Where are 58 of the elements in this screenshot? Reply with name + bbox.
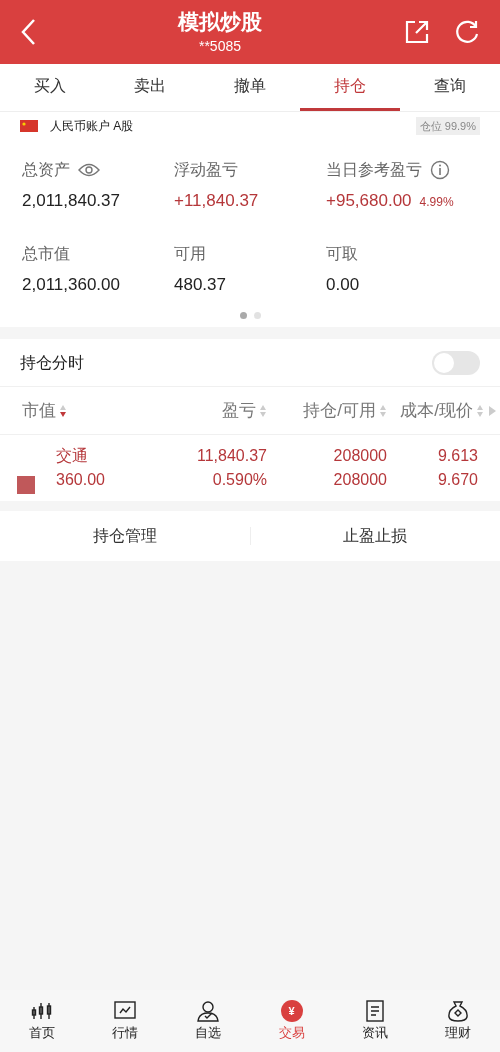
- table-cell-text: 0.590%: [212, 470, 267, 490]
- nav-tab[interactable]: 首页: [0, 1000, 84, 1043]
- stat-label: 可取: [326, 243, 358, 264]
- table-cell-text: 交通: [56, 446, 88, 466]
- account-number: **5085: [198, 37, 241, 56]
- column-header[interactable]: 持仓/可用: [267, 397, 387, 424]
- table-cell-text: 208000: [333, 446, 387, 466]
- stat-value: 0.00: [326, 273, 360, 296]
- account-label: 人民币账户 A股: [50, 118, 134, 135]
- page-title: 模拟炒股: [178, 9, 262, 35]
- yen-icon: ¥: [280, 1000, 303, 1022]
- redaction-mark: [17, 476, 35, 494]
- stat-value: +11,840.37: [174, 190, 259, 212]
- nav-tab[interactable]: 资讯: [333, 1000, 417, 1043]
- back-icon[interactable]: [20, 18, 36, 46]
- stat-percent: 4.99%: [419, 194, 454, 211]
- info-icon[interactable]: [430, 160, 450, 180]
- candlestick-icon: [30, 1001, 53, 1021]
- action-button[interactable]: 止盈止损: [250, 511, 500, 561]
- stat-label: 总市值: [22, 243, 70, 264]
- sort-icon[interactable]: [59, 403, 67, 418]
- stat-label: 总资产: [22, 160, 70, 180]
- table-cell-text: 9.670: [437, 470, 478, 490]
- table-cell-text: 360.00: [56, 470, 105, 490]
- stat-value: 2,011,840.37: [22, 190, 120, 212]
- stat-label: 当日参考盈亏: [326, 160, 422, 180]
- column-header[interactable]: 成本/现价: [387, 397, 484, 424]
- nav-tab[interactable]: 行情: [83, 1000, 167, 1043]
- tab[interactable]: 卖出: [100, 64, 200, 111]
- stat-label: 浮动盈亏: [174, 160, 238, 180]
- stat-value: 480.37: [174, 273, 226, 296]
- table-cell-text: 9.613: [437, 446, 478, 466]
- refresh-icon[interactable]: [454, 19, 480, 45]
- table-cell-text: 208000: [333, 470, 387, 490]
- table-cell-text: 11,840.37: [197, 446, 267, 466]
- tab[interactable]: 买入: [0, 64, 100, 111]
- stat-value: 2,011,360.00: [22, 273, 120, 296]
- share-icon[interactable]: [404, 19, 430, 45]
- stat-value: +95,680.00: [326, 190, 412, 212]
- stat-label: 可用: [174, 243, 206, 264]
- document-icon: [365, 1000, 384, 1022]
- toggle-switch[interactable]: [432, 350, 480, 375]
- column-header[interactable]: 盈亏: [162, 397, 267, 424]
- action-button[interactable]: 持仓管理: [0, 511, 250, 561]
- nav-tab[interactable]: 自选: [166, 1000, 250, 1043]
- money-bag-icon: [447, 1000, 470, 1022]
- scroll-right-icon[interactable]: [489, 406, 496, 416]
- column-header[interactable]: 市值: [22, 397, 162, 424]
- eye-icon[interactable]: [78, 163, 100, 177]
- position-badge: 仓位 99.9%: [415, 116, 480, 136]
- nav-tab[interactable]: 理财: [416, 1000, 500, 1043]
- china-flag-icon: [20, 120, 38, 132]
- chart-icon: [114, 1001, 136, 1021]
- person-icon: [197, 1000, 220, 1022]
- nav-tab[interactable]: ¥ 交易: [250, 1000, 334, 1043]
- tab[interactable]: 查询: [400, 64, 500, 111]
- intraday-label: 持仓分时: [20, 352, 84, 373]
- tab[interactable]: 撤单: [200, 64, 300, 111]
